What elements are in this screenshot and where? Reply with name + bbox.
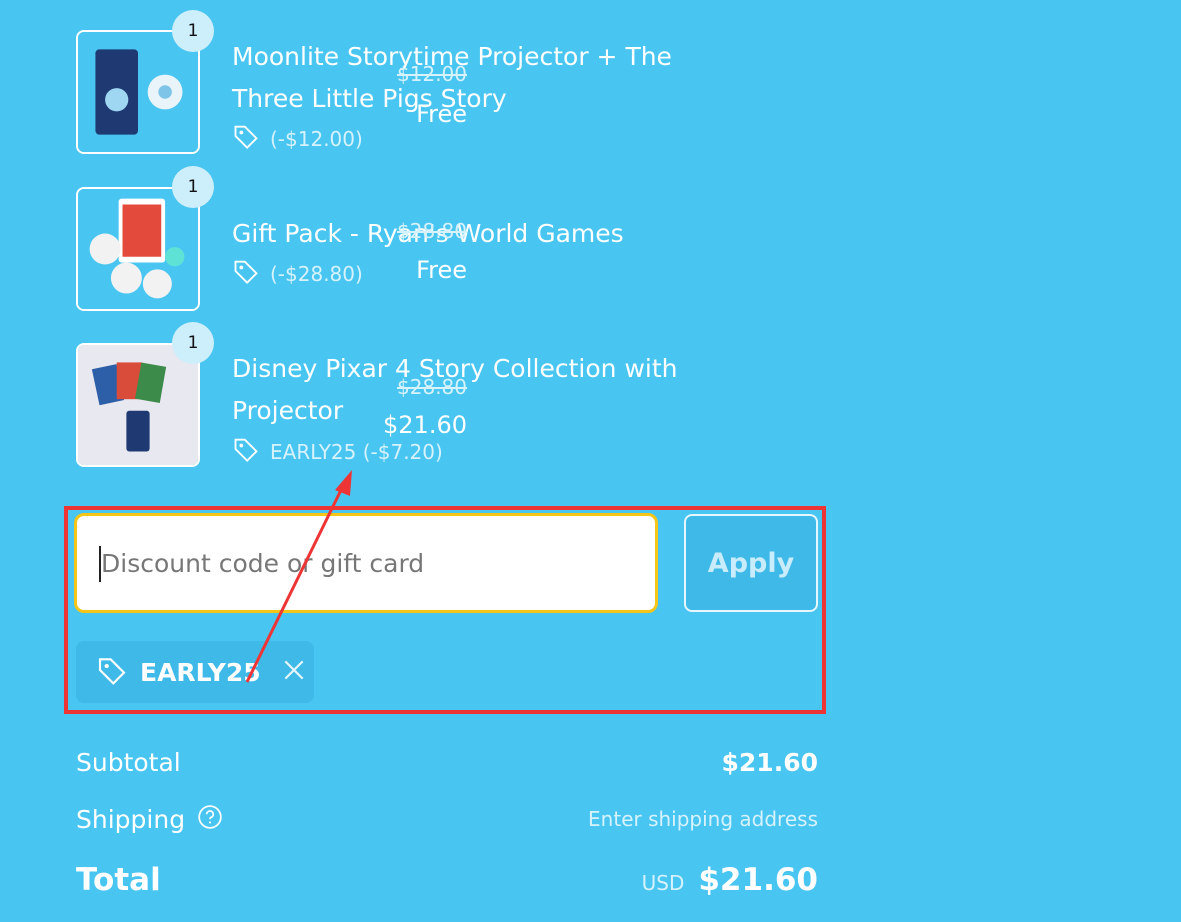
subtotal-value: $21.60	[721, 748, 818, 777]
discount-amount: EARLY25 (-$7.20)	[270, 439, 443, 464]
total-value: $21.60	[698, 862, 818, 898]
tag-icon	[232, 122, 260, 155]
product-image	[76, 343, 200, 467]
final-price: Free	[416, 256, 467, 284]
applied-discount-chip: EARLY25	[76, 641, 314, 703]
discount-line: (-$28.80)	[232, 257, 363, 290]
final-price: Free	[416, 100, 467, 128]
currency-label: USD	[641, 871, 685, 895]
shipping-row: Shipping Enter shipping address	[76, 804, 818, 834]
original-price: $12.00	[397, 62, 467, 86]
original-price: $28.80	[397, 375, 467, 399]
help-icon[interactable]	[197, 804, 223, 834]
shipping-value: Enter shipping address	[588, 807, 818, 831]
discount-line: EARLY25 (-$7.20)	[232, 435, 443, 468]
quantity-badge: 1	[172, 10, 214, 52]
tag-icon	[232, 435, 260, 468]
apply-button[interactable]: Apply	[684, 514, 818, 612]
text-caret	[99, 546, 101, 582]
discount-amount: (-$12.00)	[270, 126, 363, 151]
tag-icon	[96, 654, 128, 690]
subtotal-row: Subtotal $21.60	[76, 748, 818, 777]
quantity-badge: 1	[172, 166, 214, 208]
discount-line: (-$12.00)	[232, 122, 363, 155]
discount-code-input[interactable]	[74, 513, 658, 613]
quantity-badge: 1	[172, 322, 214, 364]
tag-icon	[232, 257, 260, 290]
total-row: Total USD $21.60	[76, 862, 818, 898]
original-price: $28.80	[397, 219, 467, 243]
final-price: $21.60	[383, 411, 467, 439]
total-label: Total	[76, 862, 161, 898]
discount-amount: (-$28.80)	[270, 261, 363, 286]
shipping-label: Shipping	[76, 804, 186, 834]
applied-code-label: EARLY25	[140, 657, 261, 687]
subtotal-label: Subtotal	[76, 748, 181, 777]
close-icon[interactable]	[281, 657, 307, 687]
product-image	[76, 187, 200, 311]
